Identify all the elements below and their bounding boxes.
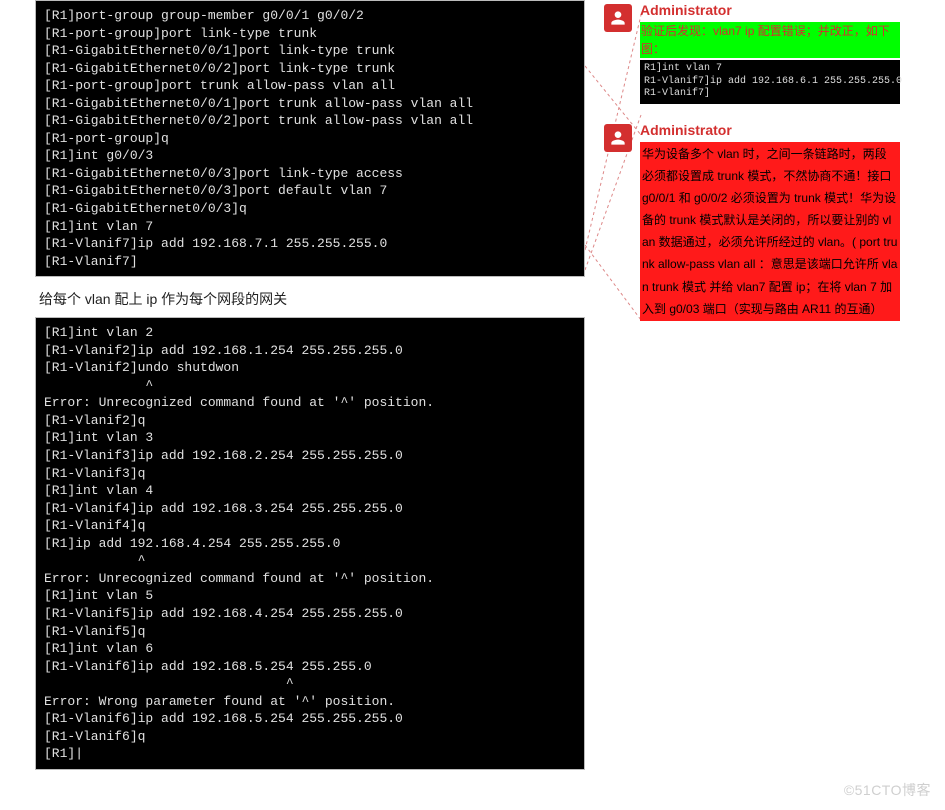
terminal-output-1: [R1]port-group group-member g0/0/1 g0/0/…	[35, 0, 585, 277]
terminal-output-2: [R1]int vlan 2 [R1-Vlanif2]ip add 192.16…	[35, 317, 585, 770]
caption-text: 给每个 vlan 配上 ip 作为每个网段的网关	[39, 289, 585, 309]
comment-block: Administrator 华为设备多个 vlan 时，之间一条链路时，两段必须…	[640, 122, 900, 322]
user-avatar-icon	[604, 124, 632, 152]
comments-sidebar: Administrator 验证后发现：vlan7 ip 配置错误；并改正，如下…	[595, 0, 900, 339]
comment-author: Administrator	[640, 2, 900, 18]
comment-block: Administrator 验证后发现：vlan7 ip 配置错误；并改正，如下…	[640, 2, 900, 104]
main-column: [R1]port-group group-member g0/0/1 g0/0/…	[0, 0, 595, 770]
watermark-text: ©51CTO博客	[844, 780, 931, 800]
comment-author: Administrator	[640, 122, 900, 138]
comment-code-snippet: R1]int vlan 7 R1-Vlanif7]ip add 192.168.…	[640, 60, 900, 104]
user-avatar-icon	[604, 4, 632, 32]
comment-highlight-green: 验证后发现：vlan7 ip 配置错误；并改正，如下图：	[640, 22, 900, 58]
comment-highlight-red: 华为设备多个 vlan 时，之间一条链路时，两段必须都设置成 trunk 模式，…	[640, 142, 900, 322]
